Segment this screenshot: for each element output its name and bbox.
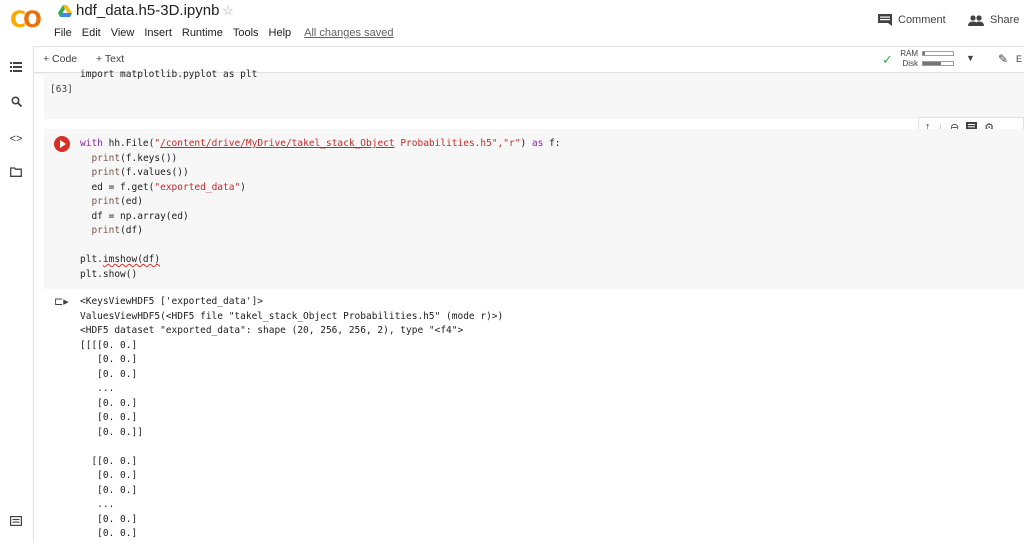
resource-labels: RAM Disk	[898, 49, 918, 69]
code-token-warning: imshow(df)	[102, 254, 161, 265]
add-code-button[interactable]: + Code	[43, 53, 77, 65]
code-token: (f.values())	[120, 167, 189, 178]
code-cell-previous[interactable]: import matplotlib.pyplot as plt [63]	[44, 69, 1024, 119]
run-cell-button[interactable]	[54, 136, 70, 152]
share-label: Share	[990, 14, 1020, 26]
menu-tools[interactable]: Tools	[233, 27, 259, 39]
connected-check-icon: ✓	[882, 52, 893, 67]
code-token: f:	[543, 138, 561, 149]
code-keyword: as	[531, 138, 544, 149]
code-token: ed = f.get(	[91, 181, 155, 193]
left-sidebar: <>	[0, 46, 34, 543]
code-string: "exported_data"	[154, 181, 241, 193]
code-builtin: print	[91, 152, 121, 164]
search-icon[interactable]	[9, 96, 23, 110]
menu-insert[interactable]: Insert	[144, 27, 172, 39]
code-snippets-icon[interactable]: <>	[9, 132, 23, 146]
drive-icon[interactable]	[58, 5, 72, 17]
code-string-link[interactable]: /content/drive/MyDrive/takel_stack_Objec…	[160, 138, 395, 149]
add-text-button[interactable]: + Text	[96, 53, 124, 65]
ram-label: RAM	[900, 49, 918, 58]
cell-code[interactable]: import matplotlib.pyplot as plt	[80, 68, 257, 83]
ram-bar-fill	[923, 52, 925, 55]
code-token: )	[240, 181, 246, 193]
menu-file[interactable]: File	[54, 27, 72, 39]
disk-label: Disk	[902, 59, 918, 68]
code-token: hh.File(	[102, 138, 155, 149]
comment-label: Comment	[898, 14, 946, 26]
editing-label-icon[interactable]: E	[1016, 54, 1022, 64]
people-icon	[968, 14, 984, 26]
colab-logo[interactable]: CO	[10, 8, 42, 33]
code-token: (ed)	[120, 196, 143, 207]
terminal-icon[interactable]	[9, 516, 23, 530]
output-arrow-icon[interactable]: ⊏▸	[54, 295, 69, 308]
menu-edit[interactable]: Edit	[82, 27, 101, 39]
comment-icon	[878, 14, 892, 26]
code-keyword: with	[80, 138, 103, 149]
header: CO hdf_data.h5-3D.ipynb ☆ File Edit View…	[0, 0, 1024, 46]
menu-view[interactable]: View	[111, 27, 135, 39]
output-text: <KeysViewHDF5 ['exported_data']> ValuesV…	[80, 296, 504, 543]
cell-code[interactable]: with hh.File("/content/drive/MyDrive/tak…	[80, 137, 561, 282]
ram-bar[interactable]	[922, 51, 954, 56]
pencil-icon[interactable]: ✎	[998, 52, 1008, 66]
menu-runtime[interactable]: Runtime	[182, 27, 223, 39]
files-icon[interactable]	[9, 167, 23, 181]
disk-bar-fill	[923, 62, 941, 65]
code-token: plt.show()	[80, 268, 138, 280]
code-token: (f.keys())	[120, 152, 178, 164]
notebook-title[interactable]: hdf_data.h5-3D.ipynb	[76, 2, 219, 19]
execution-count: [63]	[50, 84, 73, 95]
comment-button[interactable]: Comment	[878, 14, 946, 26]
code-string: Probabilities.h5","r"	[394, 138, 521, 149]
chevron-down-icon[interactable]: ▼	[966, 53, 975, 63]
menu-help[interactable]: Help	[269, 27, 292, 39]
star-icon[interactable]: ☆	[222, 3, 234, 19]
save-status[interactable]: All changes saved	[304, 27, 393, 39]
disk-bar[interactable]	[922, 61, 954, 66]
code-builtin: print	[91, 167, 121, 178]
code-token: plt.	[80, 254, 103, 265]
code-token: (df)	[120, 225, 143, 236]
cell-output: ⊏▸ <KeysViewHDF5 ['exported_data']> Valu…	[44, 292, 1024, 543]
share-button[interactable]: Share	[968, 14, 1019, 26]
menu-bar: File Edit View Insert Runtime Tools Help…	[54, 27, 403, 39]
code-token: df = np.array(ed)	[91, 210, 189, 222]
code-builtin: print	[91, 225, 121, 236]
code-cell-main[interactable]: with hh.File("/content/drive/MyDrive/tak…	[44, 129, 1024, 289]
code-token: )	[520, 138, 532, 149]
code-builtin: print	[91, 196, 121, 207]
toc-icon[interactable]	[9, 62, 23, 76]
